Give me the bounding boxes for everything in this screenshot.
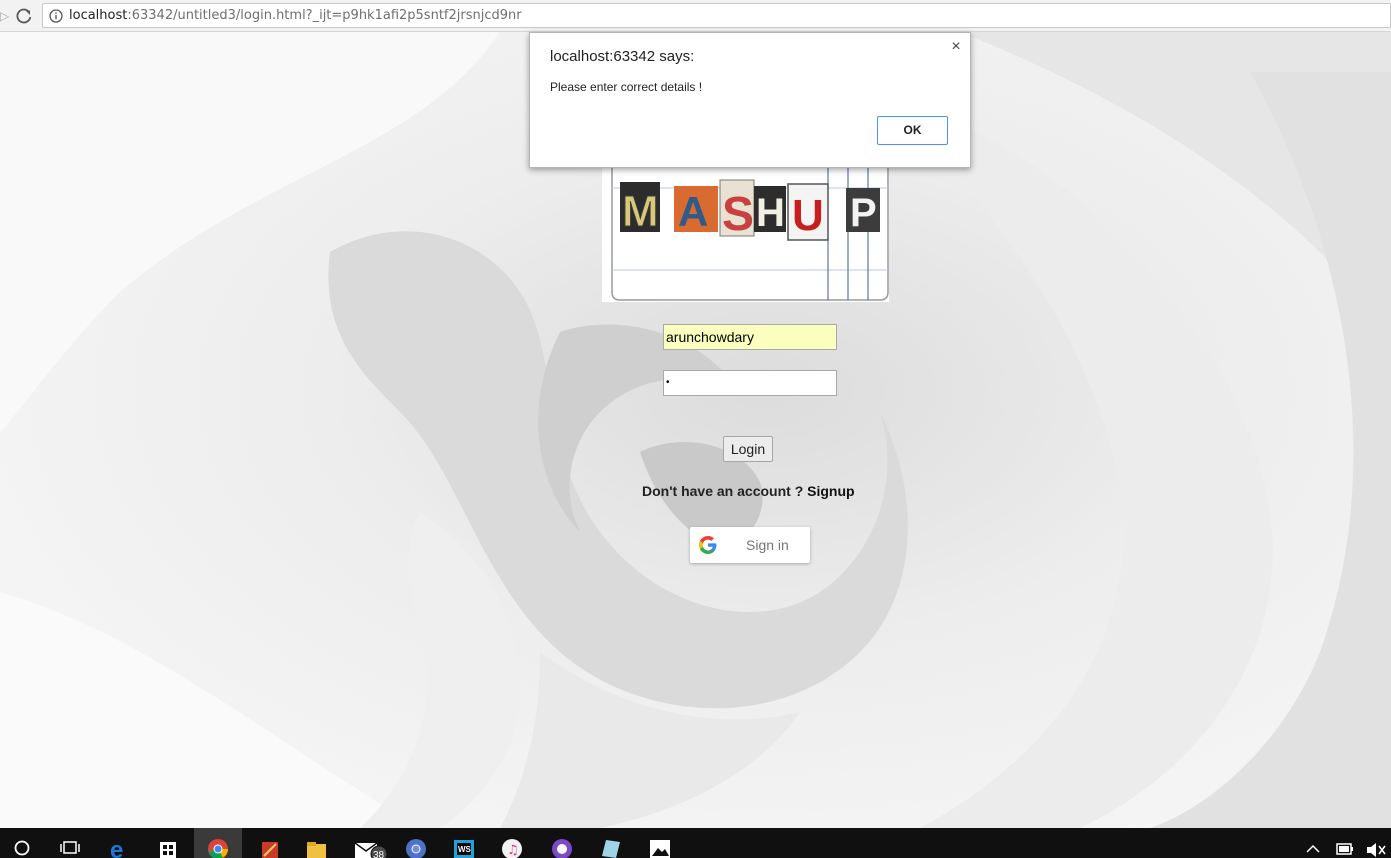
alert-dialog: localhost:63342 says: × Please enter cor… — [529, 32, 971, 168]
chrome-icon — [208, 839, 229, 858]
mail-icon[interactable]: 38 — [352, 828, 392, 858]
edge-icon[interactable]: e — [106, 828, 134, 858]
alert-title: localhost:63342 says: — [550, 48, 695, 65]
ok-button[interactable]: OK — [877, 116, 948, 145]
mail-badge: 38 — [373, 850, 385, 858]
webstorm-icon[interactable]: WS — [450, 828, 478, 858]
alert-message: Please enter correct details ! — [550, 80, 703, 94]
volume-muted-icon[interactable] — [1364, 828, 1388, 858]
reload-icon[interactable] — [14, 6, 34, 26]
svg-text:e: e — [110, 837, 123, 858]
logo-letter-m: M — [622, 187, 659, 236]
google-signin-button[interactable]: Sign in — [690, 527, 810, 563]
logo-letter-u: U — [792, 191, 824, 240]
url-path: :63342/untitled3/login.html?_ijt=p9hk1af… — [127, 8, 522, 23]
file-explorer-icon[interactable] — [302, 828, 330, 858]
itunes-icon[interactable]: ♫ — [498, 828, 526, 858]
url-host: localhost — [69, 8, 128, 23]
no-account-text: Don't have an account ? — [642, 483, 808, 499]
browser-toolbar: ▷ localhost:63342/untitled3/login.html?_… — [0, 0, 1391, 32]
login-button[interactable]: Login — [723, 436, 773, 462]
signup-link[interactable]: Signup — [807, 483, 854, 499]
chrome-canary-icon[interactable] — [402, 828, 430, 858]
back-arrow-icon[interactable]: ▷ — [0, 8, 10, 24]
app-icon[interactable] — [256, 828, 284, 858]
logo-letter-p: P — [850, 191, 877, 235]
photos-icon[interactable] — [646, 828, 674, 858]
info-icon[interactable] — [49, 9, 63, 23]
cortana-icon[interactable] — [8, 828, 36, 858]
store-icon[interactable] — [154, 828, 182, 858]
close-icon[interactable]: × — [946, 37, 966, 57]
task-view-icon[interactable] — [56, 828, 84, 858]
svg-text:WS: WS — [458, 845, 472, 854]
signup-prompt: Don't have an account ? Signup — [642, 483, 855, 499]
username-input[interactable] — [663, 324, 837, 350]
app-blue-icon[interactable] — [596, 828, 624, 858]
mashup-logo: M A S H U P — [602, 160, 889, 302]
battery-icon[interactable] — [1334, 828, 1356, 858]
password-input[interactable]: • — [663, 370, 837, 396]
chrome-taskbar-button[interactable] — [194, 828, 242, 858]
chevron-up-icon[interactable] — [1302, 828, 1324, 858]
google-signin-label: Sign in — [746, 537, 789, 553]
logo-letter-a: A — [678, 188, 708, 235]
logo-letter-h: H — [756, 191, 785, 235]
logo-letter-s: S — [722, 188, 754, 241]
svg-text:♫: ♫ — [507, 843, 519, 858]
app-purple-icon[interactable] — [548, 828, 576, 858]
address-bar[interactable]: localhost:63342/untitled3/login.html?_ij… — [42, 3, 1391, 28]
windows-taskbar: e 38 WS ♫ — [0, 828, 1391, 858]
google-logo-icon — [699, 536, 717, 554]
url-text: localhost:63342/untitled3/login.html?_ij… — [69, 8, 522, 23]
